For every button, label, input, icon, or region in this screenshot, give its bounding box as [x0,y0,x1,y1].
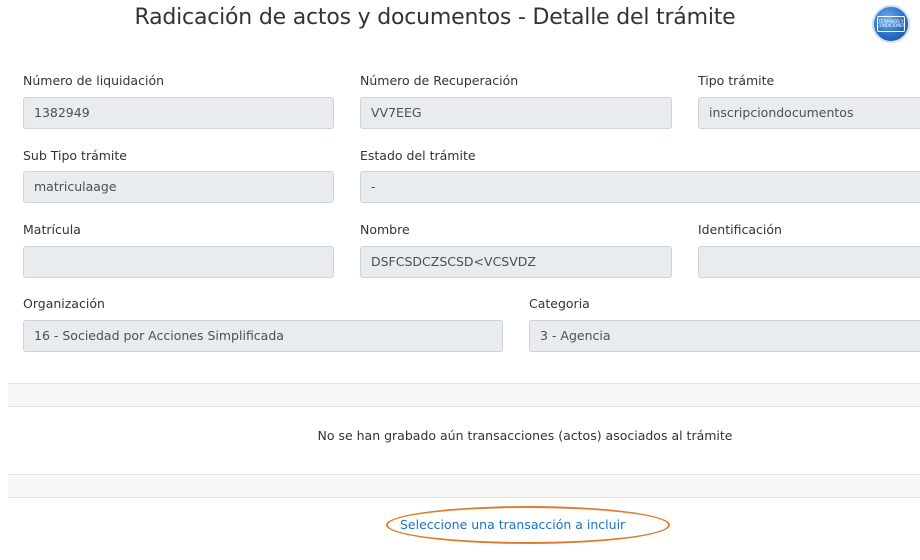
empty-transactions-message: No se han grabado aún transacciones (act… [317,428,733,443]
organizacion-field[interactable]: 16 - Sociedad por Acciones Simplificada [23,320,503,352]
matricula-label: Matrícula [23,222,81,237]
transactions-footer-band [8,474,920,498]
terms-conditions-icon[interactable]: TÉRMINOS Y CONDICIONES [872,5,910,43]
organizacion-label: Organización [23,296,105,311]
matricula-field[interactable] [23,246,334,278]
transactions-header-band [8,383,920,407]
nombre-label: Nombre [360,222,410,237]
select-transaction-link[interactable]: Seleccione una transacción a incluir [400,517,625,532]
terms-conditions-label: TÉRMINOS Y CONDICIONES [877,16,905,32]
numero-liquidacion-field[interactable]: 1382949 [23,97,334,129]
identificacion-field[interactable] [698,246,920,278]
estado-tramite-label: Estado del trámite [360,148,476,163]
categoria-field[interactable]: 3 - Agencia [529,320,920,352]
page-title: Radicación de actos y documentos - Detal… [134,5,736,30]
sub-tipo-tramite-label: Sub Tipo trámite [23,148,127,163]
estado-tramite-field[interactable]: - [360,171,920,203]
numero-recuperacion-field[interactable]: VV7EEG [360,97,672,129]
tipo-tramite-label: Tipo trámite [698,73,775,88]
identificacion-label: Identificación [698,222,782,237]
nombre-field[interactable]: DSFCSDCZSCSD<VCSVDZ [360,246,672,278]
tipo-tramite-field[interactable]: inscripciondocumentos [698,97,920,129]
numero-recuperacion-label: Número de Recuperación [360,73,519,88]
numero-liquidacion-label: Número de liquidación [23,73,165,88]
sub-tipo-tramite-field[interactable]: matriculaage [23,171,334,203]
categoria-label: Categoria [529,296,590,311]
